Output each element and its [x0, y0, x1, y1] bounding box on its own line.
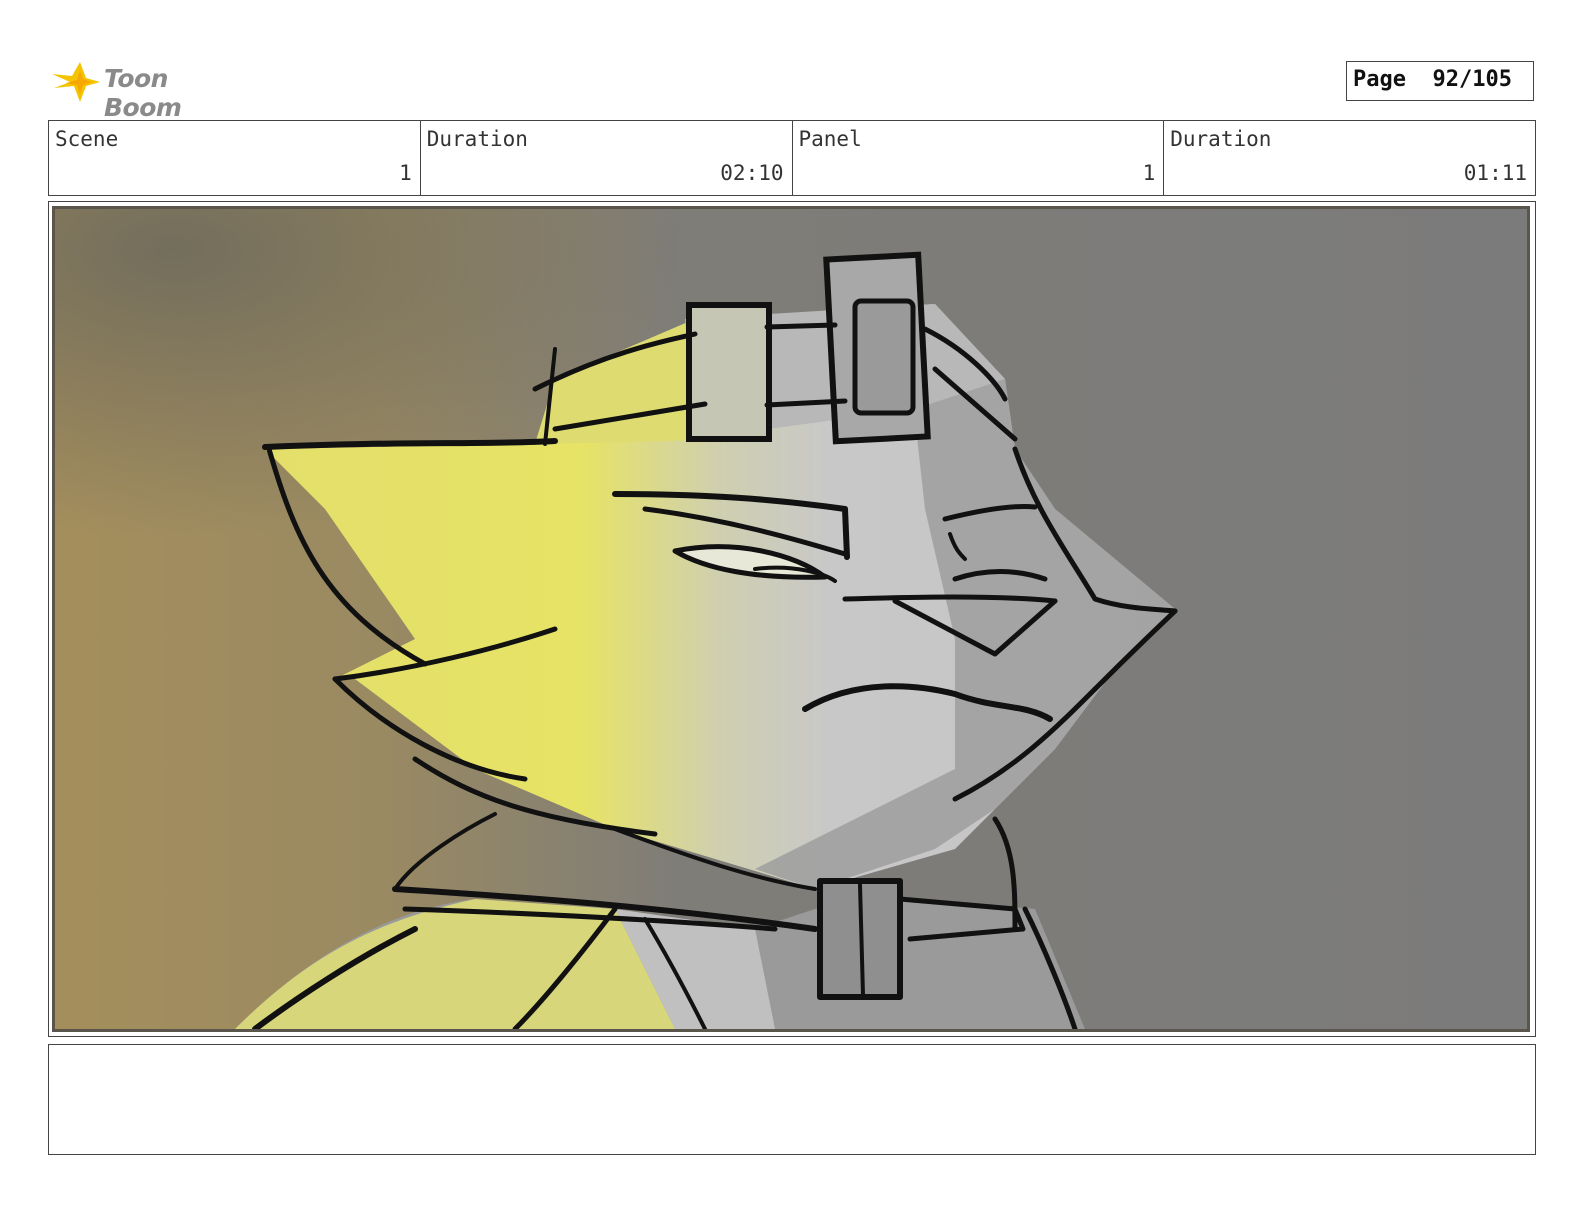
starburst-logo-icon — [52, 62, 100, 102]
scene-duration-cell: Duration 02:10 — [421, 121, 793, 195]
panel-label: Panel — [798, 127, 862, 151]
panel-cell: Panel 1 — [793, 121, 1165, 195]
logo-text: Toon Boom — [104, 64, 182, 122]
storyboard-panel-image — [52, 206, 1530, 1032]
toon-boom-logo: Toon Boom — [50, 52, 250, 122]
scene-label: Scene — [55, 127, 119, 151]
scene-value: 1 — [399, 161, 412, 185]
panel-duration-value: 01:11 — [1463, 161, 1527, 185]
scene-panel-info-row: Scene 1 Duration 02:10 Panel 1 Duration … — [48, 120, 1536, 196]
panel-duration-cell: Duration 01:11 — [1164, 121, 1535, 195]
panel-duration-label: Duration — [1170, 127, 1272, 151]
page-label: Page — [1353, 67, 1406, 92]
scene-duration-label: Duration — [426, 127, 528, 151]
page-indicator: Page 92/105 — [1346, 61, 1534, 101]
panel-notes-box[interactable] — [48, 1044, 1536, 1155]
character-sketch — [55, 209, 1527, 1029]
scene-cell: Scene 1 — [49, 121, 421, 195]
scene-duration-value: 02:10 — [720, 161, 784, 185]
page-number: 92/105 — [1432, 67, 1512, 92]
panel-value: 1 — [1142, 161, 1156, 185]
